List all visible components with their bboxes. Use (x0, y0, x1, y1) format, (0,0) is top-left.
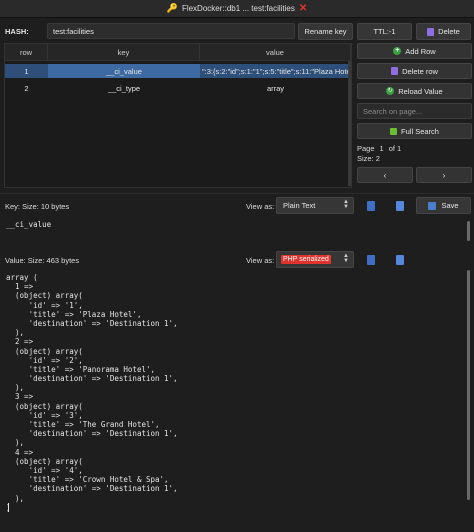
key-format-value: Plain Text (283, 201, 316, 210)
delete-row-label: Delete row (402, 66, 438, 76)
search-input[interactable]: Search on page... (357, 103, 472, 119)
select-arrows-icon: ▲ ▼ (343, 199, 349, 210)
save-label: Save (441, 201, 459, 210)
value-editor-scrollbar[interactable] (467, 270, 470, 500)
key-cell: __ci_value (48, 64, 200, 78)
value-cell: array (266, 83, 285, 93)
value-size-label: Value: Size: 463 bytes (5, 256, 80, 265)
table-header: row key value (5, 44, 351, 61)
key-editor-scrollbar[interactable] (467, 221, 470, 241)
page-navigation: ‹ › (357, 167, 472, 183)
full-search-button[interactable]: Full Search (357, 123, 472, 139)
document-icon[interactable] (396, 201, 404, 211)
row-number-cell: 2 (24, 83, 29, 93)
select-arrows-icon: ▲ ▼ (343, 253, 349, 264)
hash-key-input[interactable]: test:facilities (47, 23, 295, 39)
next-page-button[interactable]: › (416, 167, 472, 183)
prev-page-button[interactable]: ‹ (357, 167, 413, 183)
row-number-cell: 1 (5, 64, 48, 78)
window-titlebar: 🔑 FlexDocker::db1 ... test:facilities ✕ (0, 0, 474, 18)
page-label: Page (357, 144, 375, 153)
add-row-label: Add Row (405, 46, 436, 56)
document-icon[interactable] (396, 255, 404, 265)
column-header-key[interactable]: key (48, 44, 200, 60)
value-format-value: PHP serialized (281, 255, 331, 264)
size-label: Size: 2 (357, 154, 380, 163)
value-text-editor[interactable]: array ( 1 => (object) array( 'id' => '1'… (6, 273, 178, 512)
table-scrollbar[interactable] (348, 61, 351, 186)
page-total: of 1 (388, 144, 402, 153)
key-cell: __ci_type (107, 83, 141, 93)
key-icon: 🔑 (166, 3, 178, 13)
value-view-as-label: View as: (246, 256, 275, 265)
key-format-select[interactable]: Plain Text ▲ ▼ (276, 197, 354, 214)
panel-divider[interactable] (0, 193, 474, 194)
value-cell: ":3:{s:2:"id";s:1:"1";s:5:"title";s:11:"… (200, 64, 351, 78)
value-format-select[interactable]: PHP serialized ▲ ▼ (276, 251, 354, 268)
table-row[interactable]: 1 __ci_value ":3:{s:2:"id";s:1:"1";s:5:"… (5, 64, 351, 78)
page-current[interactable]: 1 (380, 144, 384, 153)
key-size-label: Key: Size: 10 bytes (5, 202, 70, 211)
hash-label: HASH: (5, 27, 29, 36)
table-row[interactable]: 2 __ci_type array (5, 81, 351, 95)
pagination-info: Page 1 of 1 (357, 143, 472, 154)
search-icon (390, 127, 398, 135)
reload-icon: ↻ (386, 87, 395, 95)
copy-icon[interactable] (367, 201, 375, 211)
reload-value-button[interactable]: ↻ Reload Value (357, 83, 472, 99)
text-cursor (8, 503, 9, 512)
plus-icon: + (393, 47, 402, 55)
save-button[interactable]: Save (416, 197, 471, 214)
window-title: FlexDocker::db1 ... test:facilities (181, 4, 295, 13)
save-icon (428, 201, 437, 210)
reload-value-label: Reload Value (398, 86, 443, 96)
copy-icon[interactable] (367, 255, 375, 265)
trash-icon (391, 67, 399, 75)
rename-key-button[interactable]: Rename key (298, 23, 353, 40)
key-text-editor[interactable]: __ci_value (6, 220, 51, 229)
key-view-as-label: View as: (246, 202, 275, 211)
ttl-button[interactable]: TTL:-1 (357, 23, 412, 40)
delete-key-label: Delete (438, 27, 460, 36)
add-row-button[interactable]: + Add Row (357, 43, 472, 59)
hash-table: row key value 1 __ci_value ":3:{s:2:"id"… (4, 43, 352, 188)
column-header-row[interactable]: row (5, 44, 48, 60)
trash-icon (427, 27, 435, 36)
column-header-value[interactable]: value (200, 44, 351, 60)
close-icon[interactable]: ✕ (299, 3, 307, 14)
side-panel: + Add Row Delete row ↻ Reload Value Sear… (357, 43, 472, 183)
full-search-label: Full Search (401, 126, 439, 136)
delete-row-button[interactable]: Delete row (357, 63, 472, 79)
delete-key-button[interactable]: Delete (416, 23, 471, 40)
